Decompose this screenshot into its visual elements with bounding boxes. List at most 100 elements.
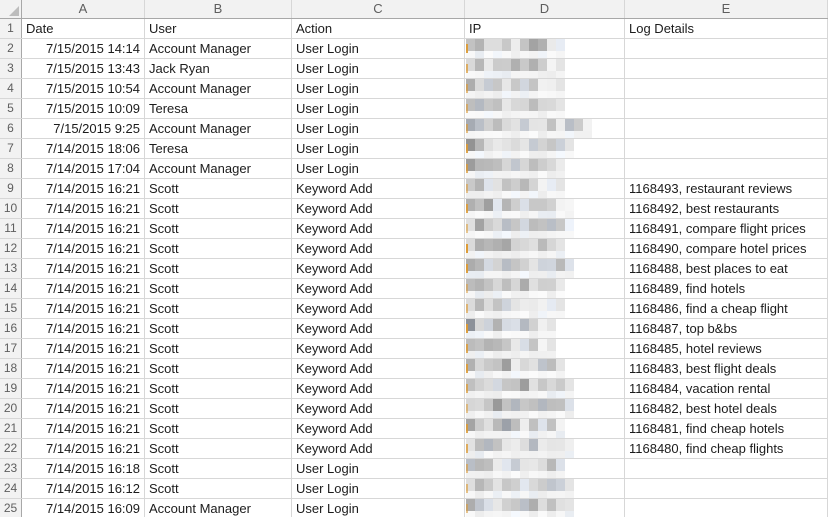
- cell-date[interactable]: 7/14/2015 16:18: [22, 459, 145, 478]
- cell-log-details[interactable]: [625, 79, 828, 98]
- cell-log-details[interactable]: 1168491, compare flight prices: [625, 219, 828, 238]
- cell-ip[interactable]: [465, 379, 625, 398]
- cell-log-details[interactable]: [625, 139, 828, 158]
- cell-user[interactable]: User: [145, 19, 292, 38]
- cell-action[interactable]: Keyword Add: [292, 319, 465, 338]
- cell-user[interactable]: Scott: [145, 439, 292, 458]
- cell-log-details[interactable]: 1168485, hotel reviews: [625, 339, 828, 358]
- cell-date[interactable]: 7/14/2015 16:21: [22, 419, 145, 438]
- cell-ip[interactable]: [465, 299, 625, 318]
- cell-date[interactable]: 7/14/2015 16:21: [22, 219, 145, 238]
- cell-log-details[interactable]: 1168488, best places to eat: [625, 259, 828, 278]
- cell-log-details[interactable]: [625, 459, 828, 478]
- cell-date[interactable]: 7/14/2015 16:21: [22, 179, 145, 198]
- column-header[interactable]: B: [145, 0, 292, 18]
- cell-user[interactable]: Scott: [145, 179, 292, 198]
- cell-user[interactable]: Scott: [145, 219, 292, 238]
- cell-log-details[interactable]: 1168480, find cheap flights: [625, 439, 828, 458]
- cell-action[interactable]: Keyword Add: [292, 419, 465, 438]
- cell-user[interactable]: Scott: [145, 479, 292, 498]
- cell-ip[interactable]: [465, 279, 625, 298]
- row-number[interactable]: 22: [0, 439, 22, 458]
- row-number[interactable]: 8: [0, 159, 22, 178]
- cell-action[interactable]: Keyword Add: [292, 179, 465, 198]
- cell-action[interactable]: User Login: [292, 479, 465, 498]
- cell-log-details[interactable]: 1168486, find a cheap flight: [625, 299, 828, 318]
- cell-ip[interactable]: [465, 59, 625, 78]
- cell-ip[interactable]: [465, 119, 625, 138]
- row-number[interactable]: 23: [0, 459, 22, 478]
- row-number[interactable]: 6: [0, 119, 22, 138]
- cell-date[interactable]: 7/14/2015 16:09: [22, 499, 145, 517]
- cell-action[interactable]: Action: [292, 19, 465, 38]
- cell-ip[interactable]: [465, 99, 625, 118]
- cell-log-details[interactable]: 1168489, find hotels: [625, 279, 828, 298]
- cell-log-details[interactable]: Log Details: [625, 19, 828, 38]
- cell-ip[interactable]: [465, 399, 625, 418]
- cell-ip[interactable]: IP: [465, 19, 625, 38]
- cell-user[interactable]: Scott: [145, 299, 292, 318]
- cell-action[interactable]: Keyword Add: [292, 259, 465, 278]
- cell-ip[interactable]: [465, 319, 625, 338]
- cell-date[interactable]: 7/14/2015 16:21: [22, 199, 145, 218]
- cell-ip[interactable]: [465, 499, 625, 517]
- cell-date[interactable]: 7/15/2015 10:54: [22, 79, 145, 98]
- cell-date[interactable]: 7/14/2015 16:21: [22, 239, 145, 258]
- column-header[interactable]: E: [625, 0, 828, 18]
- column-header[interactable]: C: [292, 0, 465, 18]
- row-number[interactable]: 10: [0, 199, 22, 218]
- cell-log-details[interactable]: 1168487, top b&bs: [625, 319, 828, 338]
- cell-action[interactable]: Keyword Add: [292, 439, 465, 458]
- cell-user[interactable]: Account Manager: [145, 79, 292, 98]
- cell-date[interactable]: 7/14/2015 16:21: [22, 359, 145, 378]
- cell-ip[interactable]: [465, 419, 625, 438]
- cell-user[interactable]: Scott: [145, 459, 292, 478]
- select-all-corner[interactable]: [0, 0, 22, 18]
- cell-log-details[interactable]: 1168484, vacation rental: [625, 379, 828, 398]
- cell-user[interactable]: Scott: [145, 199, 292, 218]
- cell-date[interactable]: 7/15/2015 9:25: [22, 119, 145, 138]
- cell-user[interactable]: Scott: [145, 239, 292, 258]
- row-number[interactable]: 11: [0, 219, 22, 238]
- cell-log-details[interactable]: 1168492, best restaurants: [625, 199, 828, 218]
- cell-action[interactable]: User Login: [292, 59, 465, 78]
- cell-date[interactable]: 7/14/2015 16:21: [22, 259, 145, 278]
- cell-action[interactable]: Keyword Add: [292, 279, 465, 298]
- cell-ip[interactable]: [465, 199, 625, 218]
- cell-log-details[interactable]: 1168493, restaurant reviews: [625, 179, 828, 198]
- cell-date[interactable]: 7/14/2015 16:21: [22, 299, 145, 318]
- row-number[interactable]: 14: [0, 279, 22, 298]
- cell-log-details[interactable]: [625, 99, 828, 118]
- cell-log-details[interactable]: 1168481, find cheap hotels: [625, 419, 828, 438]
- row-number[interactable]: 12: [0, 239, 22, 258]
- cell-action[interactable]: User Login: [292, 499, 465, 517]
- cell-action[interactable]: Keyword Add: [292, 399, 465, 418]
- cell-date[interactable]: 7/15/2015 10:09: [22, 99, 145, 118]
- row-number[interactable]: 17: [0, 339, 22, 358]
- row-number[interactable]: 13: [0, 259, 22, 278]
- cell-ip[interactable]: [465, 459, 625, 478]
- cell-ip[interactable]: [465, 159, 625, 178]
- cell-user[interactable]: Scott: [145, 359, 292, 378]
- cell-ip[interactable]: [465, 339, 625, 358]
- cell-action[interactable]: Keyword Add: [292, 379, 465, 398]
- cell-date[interactable]: 7/14/2015 16:21: [22, 319, 145, 338]
- cell-user[interactable]: Scott: [145, 339, 292, 358]
- cell-date[interactable]: 7/14/2015 17:04: [22, 159, 145, 178]
- cell-date[interactable]: Date: [22, 19, 145, 38]
- cell-action[interactable]: Keyword Add: [292, 359, 465, 378]
- cell-ip[interactable]: [465, 259, 625, 278]
- cell-action[interactable]: Keyword Add: [292, 239, 465, 258]
- row-number[interactable]: 20: [0, 399, 22, 418]
- cell-user[interactable]: Scott: [145, 279, 292, 298]
- cell-date[interactable]: 7/14/2015 16:21: [22, 399, 145, 418]
- cell-action[interactable]: User Login: [292, 459, 465, 478]
- cell-ip[interactable]: [465, 219, 625, 238]
- row-number[interactable]: 18: [0, 359, 22, 378]
- cell-user[interactable]: Teresa: [145, 99, 292, 118]
- column-header[interactable]: D: [465, 0, 625, 18]
- row-number[interactable]: 1: [0, 19, 22, 38]
- row-number[interactable]: 2: [0, 39, 22, 58]
- cell-action[interactable]: Keyword Add: [292, 299, 465, 318]
- cell-user[interactable]: Scott: [145, 399, 292, 418]
